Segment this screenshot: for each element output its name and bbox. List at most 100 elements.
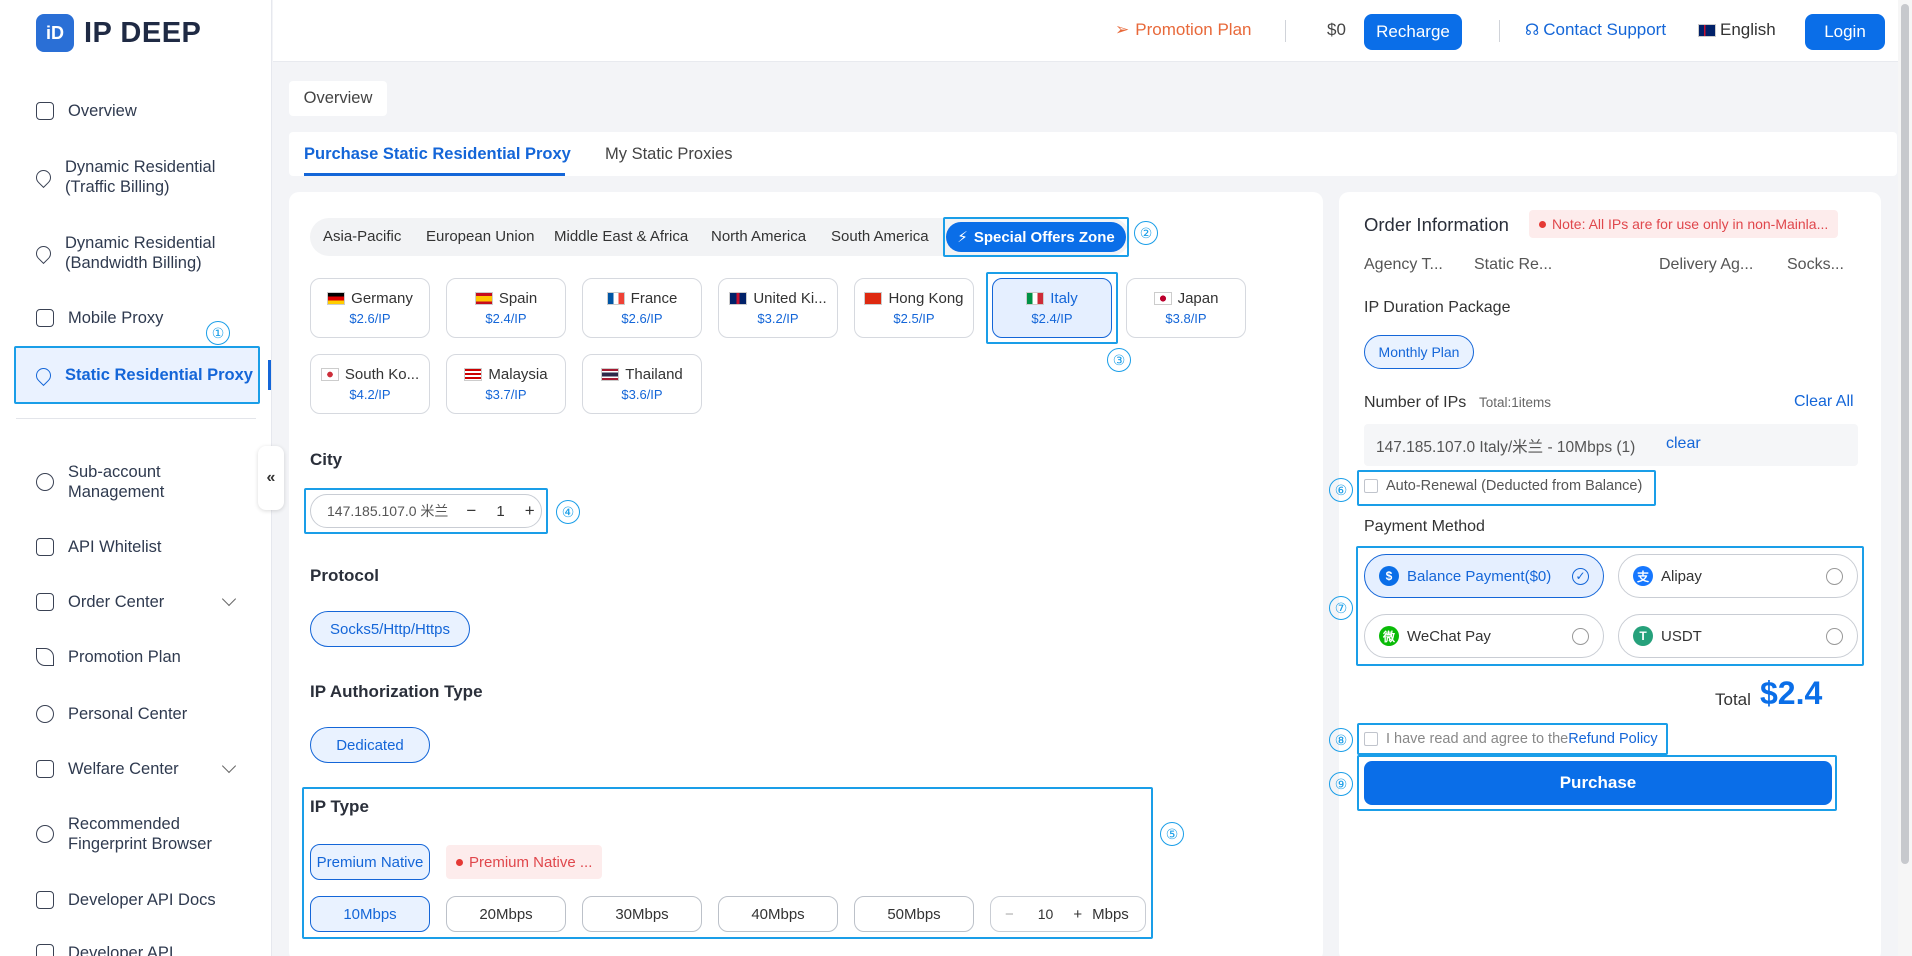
country-malaysia[interactable]: Malaysia $3.7/IP <box>446 354 566 414</box>
sidebar-item-welfare-center[interactable]: Welfare Center <box>36 759 179 779</box>
language-selector[interactable]: English <box>1698 20 1776 40</box>
sidebar-item-order-center[interactable]: Order Center <box>36 592 164 612</box>
sidebar-item-sub-account[interactable]: Sub-account Management <box>36 462 236 502</box>
payment-alipay[interactable]: 支 Alipay <box>1618 554 1858 598</box>
country-japan[interactable]: Japan $3.8/IP <box>1126 278 1246 338</box>
protocol-option[interactable]: Socks5/Http/Https <box>310 611 470 647</box>
decrement-button[interactable]: − <box>466 501 476 521</box>
country-name: Hong Kong <box>888 290 964 307</box>
region-middle-east-africa[interactable]: Middle East & Africa <box>554 228 688 245</box>
region-asia-pacific[interactable]: Asia-Pacific <box>323 228 401 245</box>
sidebar-item-label: Sub-account Management <box>68 463 165 501</box>
increment-button[interactable]: + <box>1073 906 1082 923</box>
bandwidth-30[interactable]: 30Mbps <box>582 896 702 932</box>
region-south-america[interactable]: South America <box>831 228 929 245</box>
country-france[interactable]: France $2.6/IP <box>582 278 702 338</box>
sidebar-item-label: Order Center <box>68 593 165 611</box>
sidebar-item-dynamic-traffic[interactable]: Dynamic Residential (Traffic Billing) <box>32 157 236 197</box>
payment-balance[interactable]: $ Balance Payment($0) ✓ <box>1364 554 1604 598</box>
country-germany[interactable]: Germany $2.6/IP <box>310 278 430 338</box>
sidebar-item-personal-center[interactable]: Personal Center <box>36 704 187 724</box>
page-scrollbar[interactable] <box>1898 0 1912 956</box>
sidebar-item-developer-api-docs[interactable]: Developer API Docs <box>36 890 216 910</box>
sidebar-item-mobile-proxy[interactable]: Mobile Proxy <box>36 308 163 328</box>
country-united-kingdom[interactable]: United Ki... $3.2/IP <box>718 278 838 338</box>
sidebar-item-fingerprint-browser[interactable]: Recommended Fingerprint Browser <box>36 814 236 854</box>
clear-ip-button[interactable]: clear <box>1666 435 1701 453</box>
brand-logo[interactable]: iD IP DEEP <box>36 14 201 52</box>
active-tab-underline <box>304 173 565 176</box>
order-col-delivery: Delivery Ag... <box>1659 256 1754 273</box>
clear-all-button[interactable]: Clear All <box>1794 393 1854 411</box>
sidebar-item-label: Mobile Proxy <box>68 309 164 327</box>
country-south-korea[interactable]: South Ko... $4.2/IP <box>310 354 430 414</box>
japan-flag-icon <box>1153 292 1172 305</box>
login-button[interactable]: Login <box>1805 14 1885 50</box>
refund-policy-link[interactable]: Refund Policy <box>1568 731 1657 747</box>
country-italy[interactable]: Italy $2.4/IP <box>992 278 1112 338</box>
payment-wechat[interactable]: 微 WeChat Pay <box>1364 614 1604 658</box>
marker-6: ⑥ <box>1329 478 1353 502</box>
country-hong-kong[interactable]: Hong Kong $2.5/IP <box>854 278 974 338</box>
bandwidth-50[interactable]: 50Mbps <box>854 896 974 932</box>
send-icon: ➢ <box>1115 20 1130 39</box>
sidebar-item-developer-api[interactable]: Developer API <box>36 943 173 956</box>
num-ips-title: Number of IPs <box>1364 394 1467 411</box>
bandwidth-custom-stepper[interactable]: − 10 + Mbps <box>990 896 1146 932</box>
agree-checkbox[interactable]: I have read and agree to theRefund Polic… <box>1364 731 1658 747</box>
sidebar-item-overview[interactable]: Overview <box>36 101 137 121</box>
auth-type-option[interactable]: Dedicated <box>310 727 430 763</box>
auto-renewal-checkbox[interactable]: Auto-Renewal (Deducted from Balance) <box>1364 478 1642 494</box>
chevron-down-icon[interactable] <box>221 758 237 774</box>
breadcrumb[interactable]: Overview <box>289 81 387 116</box>
promotion-link[interactable]: ➢ Promotion Plan <box>1115 20 1251 40</box>
special-offers-tab[interactable]: ⚡ Special Offers Zone <box>946 222 1126 252</box>
ip-type-premium-native-alt[interactable]: Premium Native ... <box>446 845 603 879</box>
ticket-icon <box>36 760 54 778</box>
sidebar-item-static-residential[interactable]: Static Residential Proxy <box>14 346 260 404</box>
scrollbar-thumb[interactable] <box>1901 4 1909 864</box>
bandwidth-40[interactable]: 40Mbps <box>718 896 838 932</box>
sidebar-item-api-whitelist[interactable]: API Whitelist <box>36 537 162 557</box>
payment-label: Balance Payment($0) <box>1407 567 1552 585</box>
country-thailand[interactable]: Thailand $3.6/IP <box>582 354 702 414</box>
marker-3: ③ <box>1107 348 1131 372</box>
city-selector[interactable]: 147.185.107.0 米兰 − 1 + <box>310 494 542 528</box>
south-korea-flag-icon <box>320 368 339 381</box>
dollar-icon: $ <box>1379 566 1399 586</box>
tab-bar: Purchase Static Residential Proxy My Sta… <box>289 132 1897 176</box>
country-price: $2.4/IP <box>485 311 527 326</box>
tab-my-proxies[interactable]: My Static Proxies <box>605 145 732 164</box>
country-price: $2.6/IP <box>349 311 391 326</box>
order-col-static: Static Re... <box>1474 256 1553 273</box>
bandwidth-custom-value: 10 <box>1037 906 1054 922</box>
sidebar-item-promotion-plan[interactable]: Promotion Plan <box>36 647 181 667</box>
sidebar-item-dynamic-bandwidth[interactable]: Dynamic Residential (Bandwidth Billing) <box>32 233 236 273</box>
fingerprint-icon <box>36 825 54 843</box>
country-name: Italy <box>1050 290 1078 307</box>
collapse-sidebar-button[interactable]: « <box>258 446 284 510</box>
payment-usdt[interactable]: T USDT <box>1618 614 1858 658</box>
country-spain[interactable]: Spain $2.4/IP <box>446 278 566 338</box>
doc-icon <box>36 891 54 909</box>
order-col-socks: Socks... <box>1787 256 1844 273</box>
chevron-down-icon[interactable] <box>221 591 237 607</box>
increment-button[interactable]: + <box>525 501 535 521</box>
ip-entry-text: 147.185.107.0 Italy/米兰 - 10Mbps (1) <box>1376 439 1636 456</box>
decrement-button[interactable]: − <box>1005 906 1014 923</box>
payment-label: Alipay <box>1661 567 1702 585</box>
ip-type-title: IP Type <box>310 797 369 816</box>
recharge-button[interactable]: Recharge <box>1364 14 1462 50</box>
region-european-union[interactable]: European Union <box>426 228 534 245</box>
duration-option[interactable]: Monthly Plan <box>1364 335 1474 369</box>
tab-purchase[interactable]: Purchase Static Residential Proxy <box>304 145 571 164</box>
ip-type-premium-native[interactable]: Premium Native <box>310 844 430 880</box>
total-label: Total <box>1715 690 1751 709</box>
region-north-america[interactable]: North America <box>711 228 806 245</box>
purchase-button[interactable]: Purchase <box>1364 761 1832 805</box>
bandwidth-10[interactable]: 10Mbps <box>310 896 430 932</box>
logo-icon: iD <box>36 14 74 52</box>
sidebar-item-label: Personal Center <box>68 705 188 723</box>
bandwidth-20[interactable]: 20Mbps <box>446 896 566 932</box>
contact-support-link[interactable]: ☊ Contact Support <box>1525 20 1666 40</box>
